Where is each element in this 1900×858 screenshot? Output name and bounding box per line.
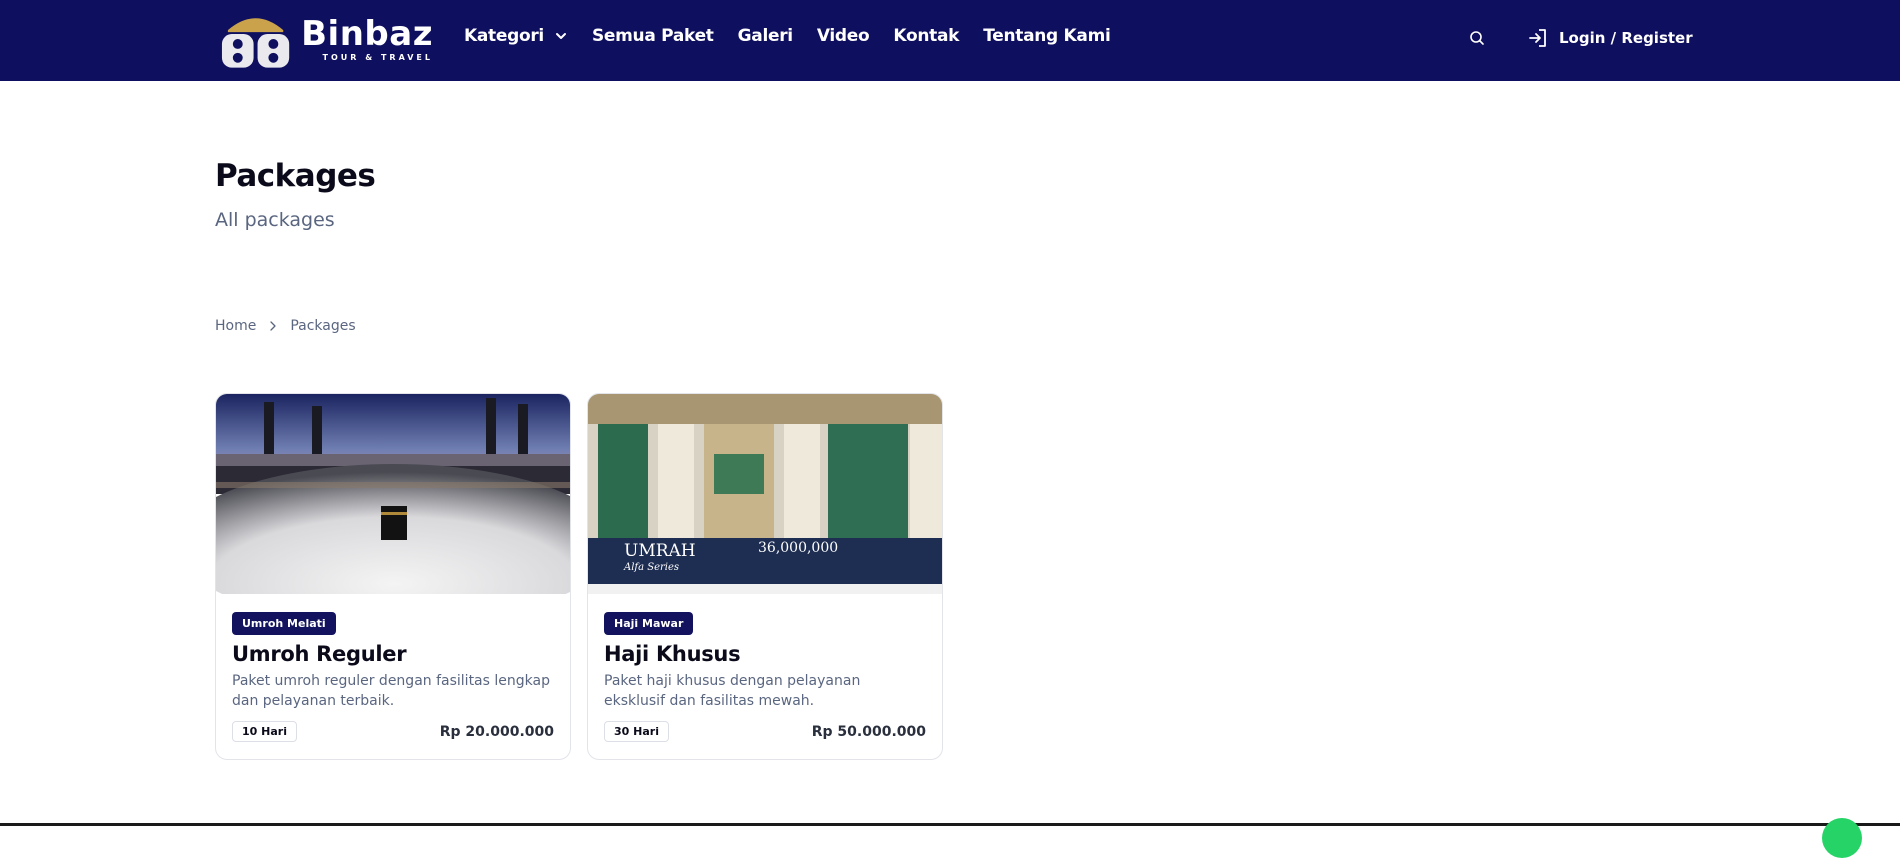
login-icon [1529,29,1546,47]
package-image [216,394,570,594]
nav-item-tentang-kami[interactable]: Tentang Kami [983,26,1111,46]
nav-item-kategori[interactable]: Kategori [464,26,568,46]
banner-title: UMRAH [624,541,696,561]
package-category-badge: Haji Mawar [604,612,694,635]
page-subtitle: All packages [215,209,335,231]
package-price: Rp 20.000.000 [439,724,554,740]
package-duration: 30 Hari [604,721,669,742]
main-nav: Kategori Semua Paket Galeri Video Kontak… [464,26,1135,46]
nav-item-galeri[interactable]: Galeri [738,26,794,46]
package-card[interactable]: Umroh Melati Umroh Reguler Paket umroh r… [215,393,571,760]
brand-logo[interactable]: Binbaz TOUR & TRAVEL [218,8,433,70]
package-description: Paket haji khusus dengan pelayanan ekskl… [604,673,861,709]
brand-name: Binbaz [301,13,433,54]
whatsapp-chat-button[interactable] [1822,818,1862,858]
package-title: Haji Khusus [604,642,741,666]
nav-item-label: Kategori [464,26,544,46]
login-register-button[interactable]: Login / Register [1527,27,1693,49]
breadcrumb-current: Packages [290,318,356,334]
nav-item-video[interactable]: Video [817,26,870,46]
mosque-interior-image: UMRAH Alfa Series 36,000,000 [588,394,942,594]
login-label: Login / Register [1559,29,1693,47]
page-title: Packages [215,158,376,194]
package-price: Rp 50.000.000 [811,724,926,740]
chevron-right-icon [270,321,276,331]
top-navbar: Binbaz TOUR & TRAVEL Kategori Semua Pake… [0,0,1900,81]
logo-mark-icon [221,18,290,68]
package-card[interactable]: UMRAH Alfa Series 36,000,000 Haji Mawar … [587,393,943,760]
breadcrumb: Home Packages [215,318,356,334]
banner-price: 36,000,000 [758,540,838,556]
chevron-down-icon [555,33,566,39]
package-description: Paket umroh reguler dengan fasilitas len… [232,673,550,709]
banner-series: Alfa Series [623,562,679,573]
package-category-badge: Umroh Melati [232,612,336,635]
breadcrumb-home-link[interactable]: Home [215,318,256,334]
brand-tagline: TOUR & TRAVEL [322,52,433,62]
package-title: Umroh Reguler [232,642,407,666]
package-duration: 10 Hari [232,721,297,742]
mecca-kaaba-image [216,394,570,594]
nav-item-kontak[interactable]: Kontak [893,26,959,46]
nav-item-semua-paket[interactable]: Semua Paket [592,26,714,46]
package-image: UMRAH Alfa Series 36,000,000 [588,394,942,594]
search-icon[interactable] [1468,29,1486,47]
